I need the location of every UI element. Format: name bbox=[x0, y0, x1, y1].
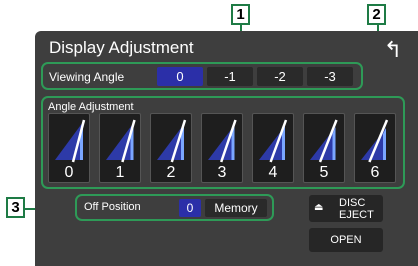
viewing-angle-group: Viewing Angle 0 -1 -2 -3 bbox=[41, 62, 363, 90]
angle-adjustment-label-0: 0 bbox=[64, 164, 74, 181]
angle-adjustment-label-5: 5 bbox=[319, 164, 329, 181]
screen-tilt-icon bbox=[55, 119, 86, 163]
viewing-angle-label: Viewing Angle bbox=[49, 70, 125, 84]
viewing-angle-minus2-button[interactable]: -2 bbox=[257, 67, 303, 86]
callout-3: 3 bbox=[6, 197, 25, 218]
memory-button[interactable]: Memory bbox=[205, 199, 267, 217]
disc-eject-line2: EJECT bbox=[339, 209, 374, 221]
angle-adjustment-2-button[interactable]: 2 bbox=[150, 113, 192, 183]
angle-adjustment-label-6: 6 bbox=[370, 164, 380, 181]
angle-adjustment-4-button[interactable]: 4 bbox=[252, 113, 294, 183]
angle-adjustment-label-3: 3 bbox=[217, 164, 227, 181]
return-arrow-icon[interactable]: ↰ bbox=[382, 39, 404, 61]
angle-adjustment-label-1: 1 bbox=[115, 164, 125, 181]
page-title: Display Adjustment bbox=[49, 38, 194, 57]
callout-2: 2 bbox=[367, 4, 386, 25]
screen-tilt-icon bbox=[157, 119, 187, 163]
angle-adjustment-3-button[interactable]: 3 bbox=[201, 113, 243, 183]
angle-adjustment-label: Angle Adjustment bbox=[48, 101, 134, 113]
display-adjustment-screen: Display Adjustment ↰ Viewing Angle 0 -1 … bbox=[35, 31, 418, 266]
screen-tilt-icon bbox=[208, 119, 237, 163]
off-position-group: Off Position 0 Memory bbox=[75, 194, 274, 221]
screen-tilt-icon bbox=[259, 119, 288, 163]
viewing-angle-0-button[interactable]: 0 bbox=[157, 67, 203, 86]
callout-1: 1 bbox=[231, 4, 250, 25]
open-button[interactable]: OPEN bbox=[309, 228, 383, 252]
screen-tilt-icon bbox=[361, 119, 389, 163]
disc-eject-button[interactable]: ⏏ DISC EJECT bbox=[309, 195, 383, 222]
viewing-angle-minus3-button[interactable]: -3 bbox=[307, 67, 353, 86]
angle-adjustment-label-2: 2 bbox=[166, 164, 176, 181]
angle-adjustment-6-button[interactable]: 6 bbox=[354, 113, 396, 183]
off-position-value: 0 bbox=[179, 199, 201, 217]
eject-icon: ⏏ bbox=[314, 202, 324, 213]
disc-eject-line1: DISC bbox=[339, 197, 366, 209]
angle-adjustment-0-button[interactable]: 0 bbox=[48, 113, 90, 183]
angle-adjustment-5-button[interactable]: 5 bbox=[303, 113, 345, 183]
angle-adjustment-1-button[interactable]: 1 bbox=[99, 113, 141, 183]
screen-tilt-icon bbox=[310, 119, 338, 163]
off-position-label: Off Position bbox=[84, 201, 141, 213]
screen-tilt-icon bbox=[106, 119, 136, 163]
angle-adjustment-label-4: 4 bbox=[268, 164, 278, 181]
angle-adjustment-group: Angle Adjustment 0 1 2 3 4 5 6 bbox=[41, 96, 405, 189]
viewing-angle-minus1-button[interactable]: -1 bbox=[207, 67, 253, 86]
